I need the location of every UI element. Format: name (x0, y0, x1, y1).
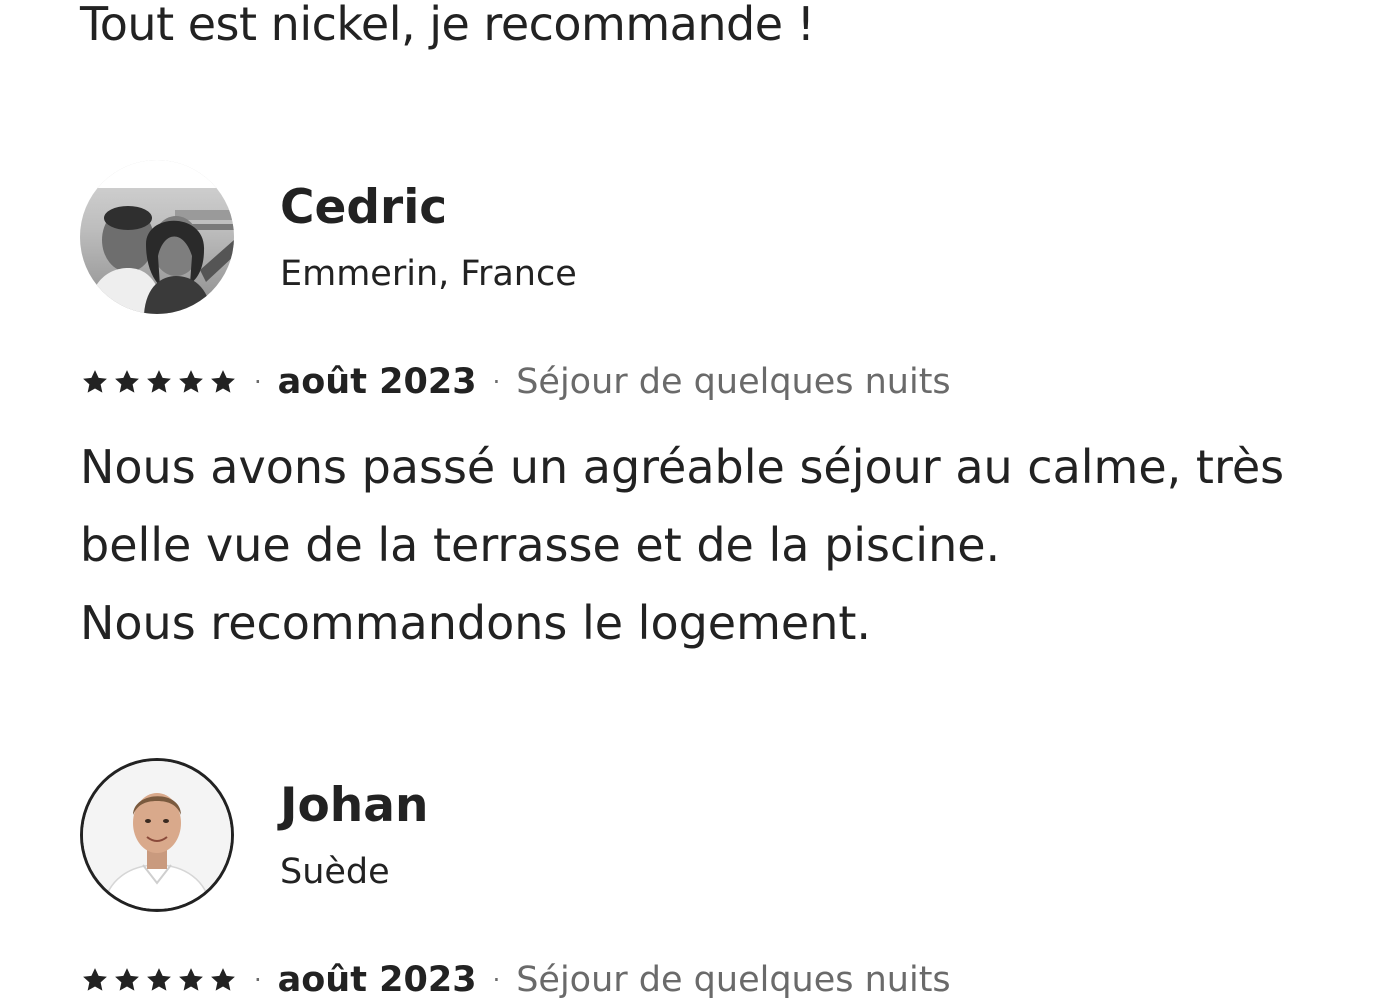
review-card: Cedric Emmerin, France · août 2023 · Séj… (80, 160, 1340, 650)
reviewer-header: Johan Suède (80, 758, 1340, 918)
separator-dot: · (254, 368, 262, 396)
star-icon (115, 968, 139, 991)
review-text: Nous avons passé un agréable séjour au c… (80, 428, 1340, 662)
rating-stars (80, 965, 238, 995)
star-icon (179, 370, 203, 393)
review-date: août 2023 (277, 362, 477, 402)
separator-dot: · (254, 966, 262, 994)
review-card: Johan Suède · août 2023 · Séjour de quel… (80, 758, 1340, 1000)
reviewer-header: Cedric Emmerin, France (80, 160, 1340, 320)
previous-review-text: Tout est nickel, je recommande ! (80, 0, 815, 51)
review-date: août 2023 (277, 960, 477, 1000)
star-icon (147, 968, 171, 991)
stay-length: Séjour de quelques nuits (516, 960, 951, 1000)
review-meta: · août 2023 · Séjour de quelques nuits (80, 956, 951, 1004)
review-text-line: Nous avons passé un agréable séjour au c… (80, 440, 1285, 494)
star-icon (147, 370, 171, 393)
review-text-line: Nous recommandons le logement. (80, 596, 872, 650)
separator-dot: · (492, 966, 501, 994)
couple-photo-icon (80, 160, 234, 314)
star-icon (83, 370, 107, 393)
rating-stars (80, 367, 238, 397)
stay-length: Séjour de quelques nuits (516, 362, 951, 402)
star-icon (115, 370, 139, 393)
reviewer-location: Suède (280, 852, 390, 892)
reviewer-name[interactable]: Johan (280, 776, 428, 836)
reviewer-name[interactable]: Cedric (280, 178, 447, 238)
reviewer-location: Emmerin, France (280, 254, 577, 294)
portrait-photo-icon (83, 761, 231, 909)
reviewer-avatar[interactable] (80, 160, 234, 314)
star-icon (179, 968, 203, 991)
review-text-line: belle vue de la terrasse et de la piscin… (80, 518, 1001, 572)
star-icon (211, 968, 235, 991)
reviewer-avatar[interactable] (80, 758, 234, 912)
review-meta: · août 2023 · Séjour de quelques nuits (80, 358, 951, 406)
star-icon (83, 968, 107, 991)
star-icon (211, 370, 235, 393)
separator-dot: · (492, 368, 501, 396)
